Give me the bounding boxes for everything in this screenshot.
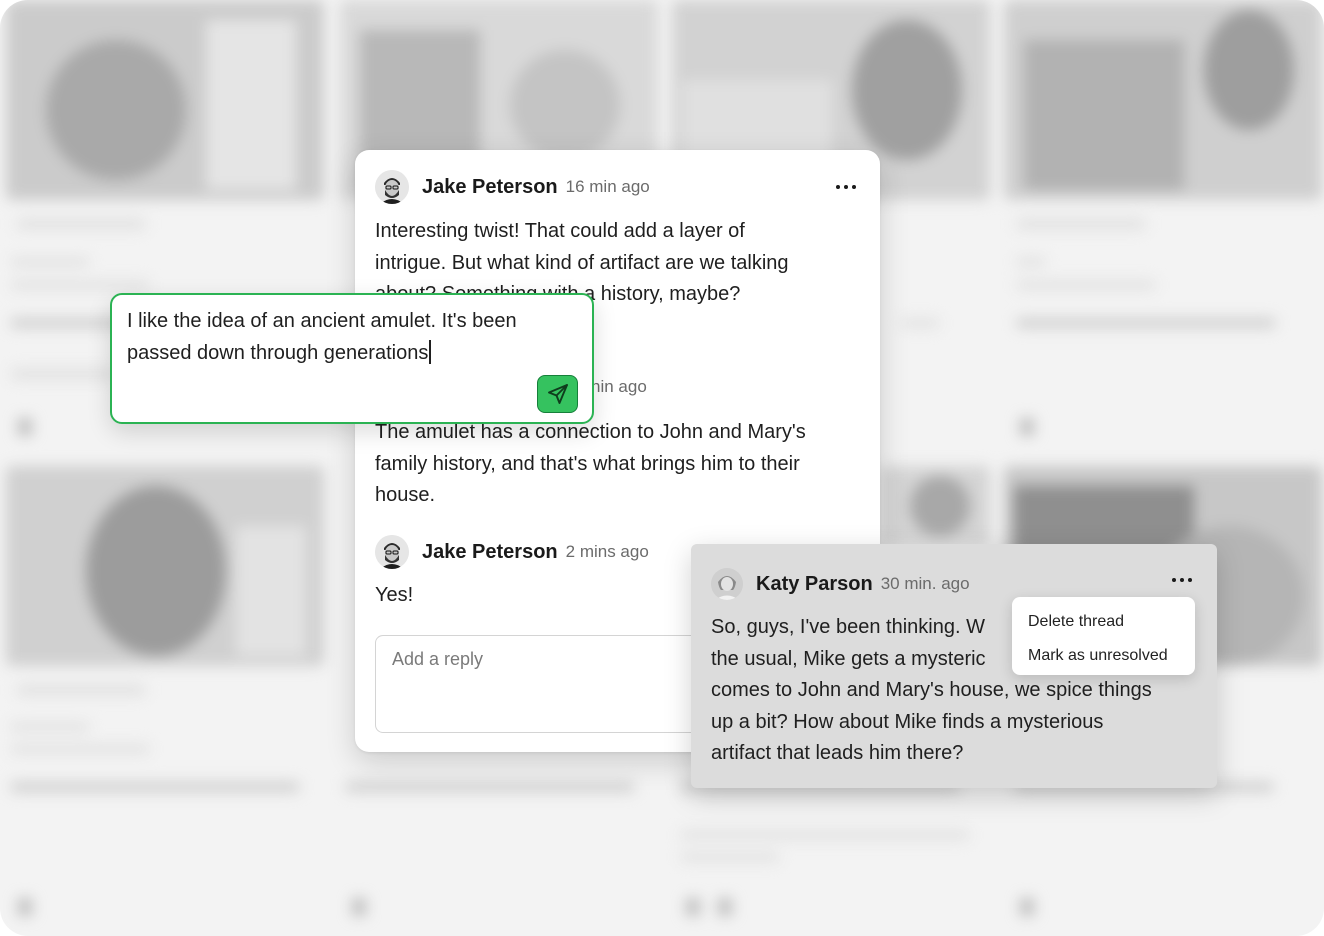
comment-line: artifact that leads him there? bbox=[711, 742, 964, 764]
menu-item-delete-thread[interactable]: Delete thread bbox=[1012, 605, 1195, 639]
send-icon bbox=[547, 384, 568, 404]
comment-author: Jake Peterson bbox=[422, 175, 558, 198]
avatar[interactable] bbox=[375, 170, 409, 204]
more-options-button[interactable] bbox=[831, 177, 861, 197]
comment-author: Jake Peterson bbox=[422, 540, 558, 563]
comment-line: comes to John and Mary's house, we spice… bbox=[711, 679, 1152, 701]
comment-editor[interactable]: I like the idea of an ancient amulet. It… bbox=[110, 293, 594, 424]
avatar[interactable] bbox=[711, 568, 743, 600]
reply-input[interactable]: Add a reply bbox=[375, 635, 715, 733]
send-button[interactable] bbox=[537, 375, 578, 413]
storyboard-frame bbox=[6, 0, 324, 200]
comment-timestamp: 16 min ago bbox=[565, 177, 650, 196]
storyboard-frame bbox=[880, 466, 990, 546]
comment-line: intrigue. But what kind of artifact are … bbox=[375, 251, 789, 274]
editor-line: I like the idea of an ancient amulet. It… bbox=[127, 310, 517, 332]
text-caret bbox=[429, 339, 431, 364]
comment-line: Yes! bbox=[375, 584, 414, 606]
editor-text[interactable]: I like the idea of an ancient amulet. It… bbox=[127, 306, 577, 369]
more-horizontal-icon bbox=[836, 185, 840, 189]
comment-timestamp: 2 mins ago bbox=[565, 542, 649, 561]
comment-timestamp: nin ago bbox=[591, 377, 647, 396]
thread-options-menu: Delete thread Mark as unresolved bbox=[1012, 597, 1195, 675]
comment-author: Katy Parson bbox=[756, 572, 873, 595]
menu-item-mark-unresolved[interactable]: Mark as unresolved bbox=[1012, 639, 1195, 673]
storyboard-frame bbox=[1004, 0, 1322, 200]
more-options-button[interactable] bbox=[1167, 570, 1197, 590]
more-horizontal-icon bbox=[1172, 578, 1176, 582]
comment-text: The amulet has a connection to John and … bbox=[375, 417, 875, 512]
comment-line: family history, and that's what brings h… bbox=[375, 452, 800, 475]
comment-header: Katy Parson 30 min. ago bbox=[711, 568, 970, 600]
comment-header: Jake Peterson 2 mins ago bbox=[375, 535, 649, 569]
comment-timestamp: 30 min. ago bbox=[880, 574, 970, 593]
comment-line: house. bbox=[375, 484, 436, 506]
comment-line: up a bit? How about Mike finds a mysteri… bbox=[711, 710, 1104, 733]
reply-placeholder: Add a reply bbox=[392, 649, 484, 669]
avatar[interactable] bbox=[375, 535, 409, 569]
comment-header: Jake Peterson 16 min ago bbox=[375, 170, 650, 204]
comment-text: Yes! bbox=[375, 580, 413, 612]
storyboard-frame bbox=[6, 466, 324, 666]
comment-line: Interesting twist! That could add a laye… bbox=[375, 220, 745, 242]
editor-line: passed down through generations bbox=[127, 341, 429, 364]
